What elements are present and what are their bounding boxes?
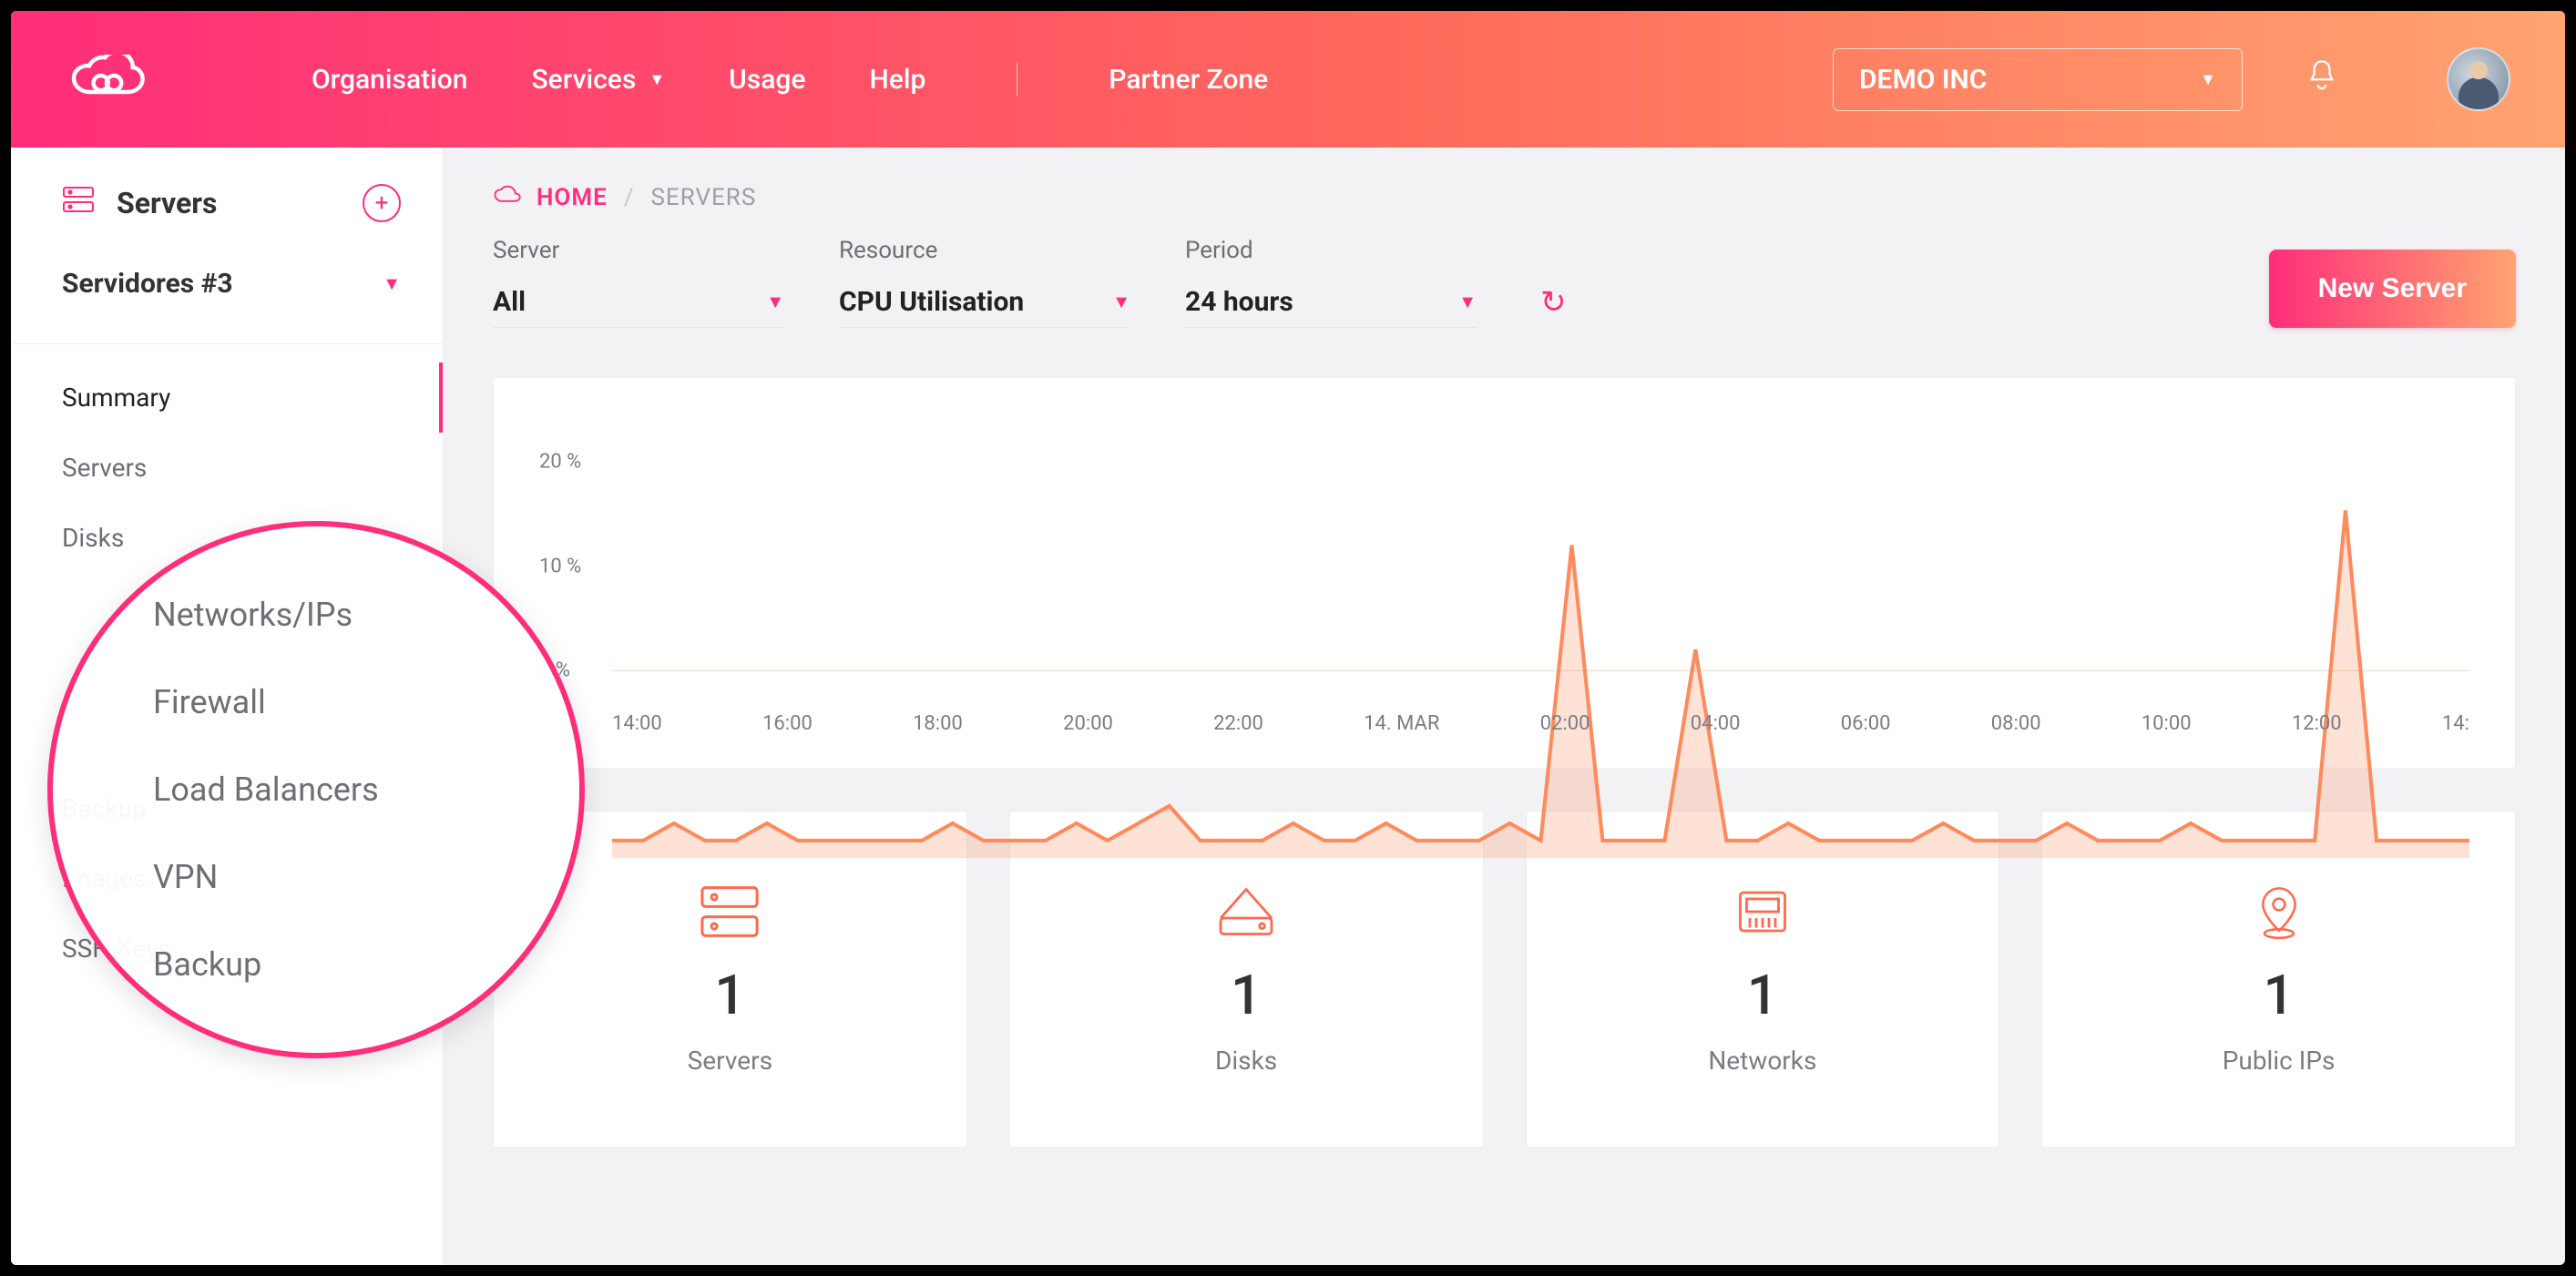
nav-organisation[interactable]: Organisation — [312, 64, 468, 96]
organisation-select-value: DEMO INC — [1859, 64, 1987, 96]
avatar[interactable] — [2447, 47, 2510, 111]
submenu-item-firewall[interactable]: Firewall — [153, 683, 579, 721]
filter-period: Period 24 hours ▼ — [1185, 237, 1477, 328]
server-group-select[interactable]: Servidores #3 ▼ — [11, 259, 443, 336]
sidebar-item-summary[interactable]: Summary — [11, 362, 443, 433]
chevron-down-icon: ▼ — [649, 70, 665, 89]
stat-label: Servers — [688, 1046, 772, 1076]
brand-logo[interactable] — [66, 55, 148, 105]
refresh-button[interactable]: ↻ — [1540, 284, 1567, 321]
main-content: HOME / SERVERS Server All ▼ Resource — [444, 148, 2565, 1265]
filter-resource-label: Resource — [839, 237, 1130, 264]
breadcrumb-current: SERVERS — [650, 184, 756, 211]
cloud-icon — [493, 184, 524, 211]
chevron-down-icon: ▼ — [766, 291, 784, 313]
chevron-down-icon: ▼ — [2200, 70, 2216, 89]
organisation-select[interactable]: DEMO INC ▼ — [1833, 48, 2243, 111]
stat-label: Disks — [1215, 1046, 1277, 1076]
breadcrumb-home[interactable]: HOME — [493, 184, 608, 211]
x-axis: 14:0016:0018:0020:0022:0014. MAR02:0004:… — [612, 712, 2469, 735]
submenu-item-networks-ips[interactable]: Networks/IPs — [153, 596, 579, 634]
y-tick: 10 % — [539, 555, 581, 577]
filter-server-select[interactable]: All ▼ — [493, 286, 784, 328]
chevron-down-icon: ▼ — [1458, 291, 1477, 313]
chevron-down-icon: ▼ — [1112, 291, 1130, 313]
cpu-chart-card: 20 % 10 % 0 % 14:0016:0018:0020:0022:001… — [493, 377, 2516, 769]
chevron-down-icon: ▼ — [383, 272, 401, 295]
submenu-item-load-balancers[interactable]: Load Balancers — [153, 771, 579, 809]
filter-resource: Resource CPU Utilisation ▼ — [839, 237, 1130, 328]
y-tick: 20 % — [539, 450, 581, 473]
filter-period-label: Period — [1185, 237, 1477, 264]
cpu-line-chart — [612, 424, 2469, 981]
app-header: Organisation Services▼ Usage Help Partne… — [11, 11, 2565, 148]
add-server-button[interactable]: + — [363, 184, 401, 222]
notifications-icon[interactable] — [2306, 58, 2337, 100]
new-server-button[interactable]: New Server — [2269, 250, 2516, 328]
nav-services[interactable]: Services▼ — [532, 64, 666, 96]
filter-resource-select[interactable]: CPU Utilisation ▼ — [839, 286, 1130, 328]
stat-label: Networks — [1708, 1046, 1816, 1076]
sidebar-title: Servers — [117, 186, 217, 220]
sidebar-item-servers[interactable]: Servers — [11, 433, 443, 503]
filter-server: Server All ▼ — [493, 237, 784, 328]
nav-usage[interactable]: Usage — [729, 64, 805, 96]
main-nav: Organisation Services▼ Usage Help Partne… — [312, 63, 1268, 96]
zoom-submenu-overlay: Networks/IPs Firewall Load Balancers VPN… — [47, 521, 585, 1058]
nav-help[interactable]: Help — [869, 64, 925, 96]
servers-icon — [62, 185, 95, 221]
filter-server-label: Server — [493, 237, 784, 264]
submenu-item-vpn[interactable]: VPN — [153, 858, 579, 896]
submenu-item-backup[interactable]: Backup — [153, 945, 579, 984]
server-group-value: Servidores #3 — [62, 268, 233, 300]
stat-label: Public IPs — [2223, 1046, 2336, 1076]
nav-partner-zone[interactable]: Partner Zone — [1109, 64, 1268, 96]
filter-period-select[interactable]: 24 hours ▼ — [1185, 286, 1477, 328]
breadcrumb: HOME / SERVERS — [493, 184, 2516, 211]
